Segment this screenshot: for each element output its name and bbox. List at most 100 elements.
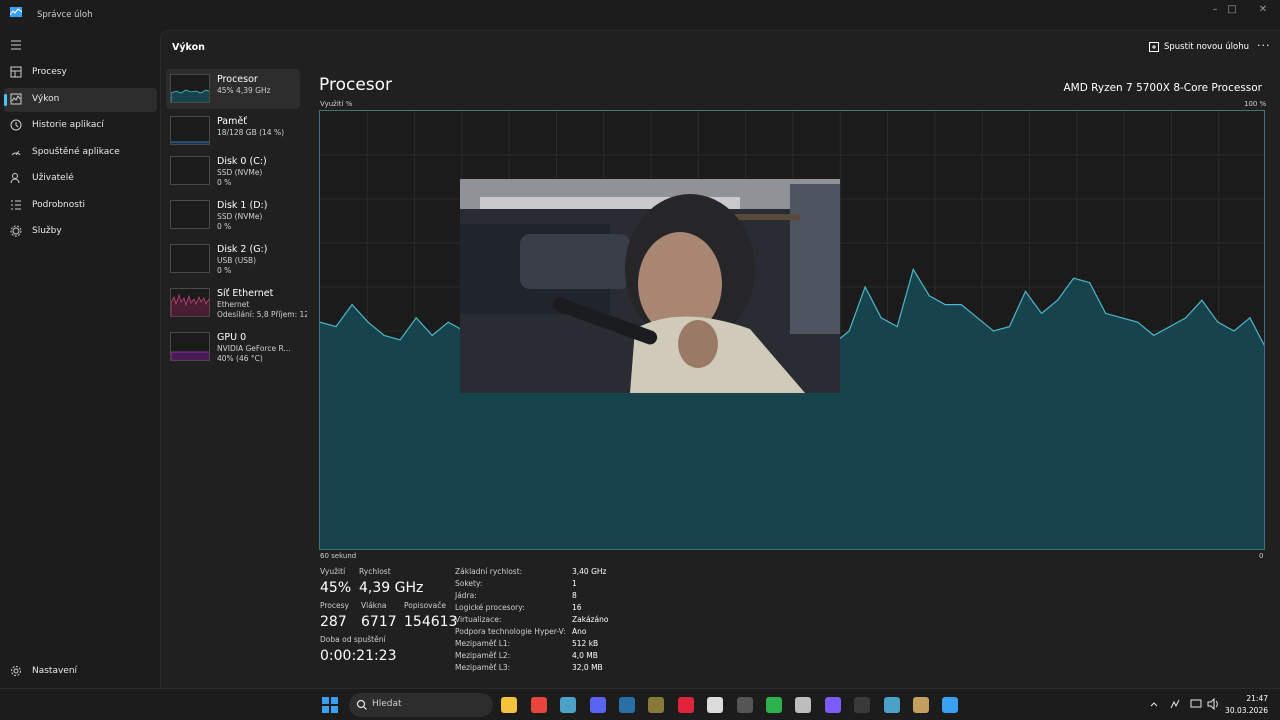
processes-value: 287: [320, 614, 347, 630]
memory-mini-graph: [170, 116, 210, 145]
sidebar-item-details[interactable]: Podrobnosti: [4, 194, 157, 218]
chrome-icon[interactable]: [531, 697, 547, 713]
device-disk-2[interactable]: Disk 2 (G:) USB (USB) 0 %: [166, 239, 300, 279]
disk-1-mini-graph: [170, 200, 210, 229]
run-task-label: Spustit novou úlohu: [1164, 42, 1249, 52]
terminal-icon[interactable]: [854, 697, 870, 713]
more-options-button[interactable]: ···: [1257, 39, 1271, 52]
device-cpu[interactable]: Procesor 45% 4,39 GHz: [166, 69, 300, 109]
cpu-usage-point: [928, 295, 930, 297]
sidebar-item-label: Procesy: [32, 67, 67, 77]
taskbar-search-box[interactable]: Hledat: [349, 693, 493, 717]
photo-app-icon[interactable]: [648, 697, 664, 713]
spec-key: Podpora technologie Hyper-V:: [455, 627, 566, 636]
uptime-value: 0:00:21:23: [320, 648, 397, 664]
cpu-usage-point: [367, 321, 369, 323]
y-axis-label: Využití %: [320, 100, 353, 108]
performance-icon: [10, 93, 22, 105]
cpu-usage-point: [944, 304, 946, 306]
device-disk-0[interactable]: Disk 0 (C:) SSD (NVMe) 0 %: [166, 151, 300, 191]
x-axis-label: 60 sekund: [320, 552, 357, 560]
desktop-icon[interactable]: [560, 697, 576, 713]
cpu-usage-point: [399, 339, 401, 341]
cpu-usage-point: [1137, 321, 1139, 323]
grid-app-icon[interactable]: [825, 697, 841, 713]
sidebar-item-label: Uživatelé: [32, 173, 74, 183]
sidebar-item-settings[interactable]: Nastavení: [4, 660, 157, 684]
sidebar-item-services[interactable]: Služby: [4, 220, 157, 244]
gear-icon: [11, 666, 21, 676]
title-bar: Správce úloh – □ ✕: [0, 0, 1280, 30]
search-icon: [356, 699, 367, 710]
device-memory[interactable]: Paměť 18/128 GB (14 %): [166, 111, 300, 151]
window-title: Správce úloh: [37, 10, 93, 20]
device-name: GPU 0: [217, 332, 247, 343]
device-throughput: Odesílání: 5,8 Příjem: 12: [217, 310, 307, 319]
spec-value: 16: [572, 603, 582, 612]
device-detail: 45% 4,39 GHz: [217, 86, 271, 95]
sidebar-item-label: Historie aplikací: [32, 120, 104, 130]
cpu-usage-point: [864, 286, 866, 288]
opera-icon[interactable]: [678, 697, 694, 713]
device-disk-1[interactable]: Disk 1 (D:) SSD (NVMe) 0 %: [166, 195, 300, 235]
explorer-icon[interactable]: [501, 697, 517, 713]
taskmanager-icon[interactable]: [942, 697, 958, 713]
handles-value: 154613: [404, 614, 458, 630]
usage-value: 45%: [320, 580, 352, 596]
display-tray-icon[interactable]: [1190, 698, 1202, 710]
cpu-usage-point: [976, 317, 978, 319]
start-icon[interactable]: [322, 697, 338, 713]
threads-value: 6717: [361, 614, 397, 630]
maximize-button[interactable]: □: [1217, 3, 1247, 17]
spec-key: Mezipaměť L1:: [455, 639, 511, 648]
cpu-usage-point: [912, 268, 914, 270]
page-title: Výkon: [172, 42, 205, 53]
device-name: Disk 0 (C:): [217, 156, 267, 167]
cpu-usage-point: [1089, 282, 1091, 284]
cpu-usage-point: [447, 321, 449, 323]
system-clock[interactable]: 21:47 30.03.2026: [1225, 693, 1268, 717]
spec-key: Jádra:: [455, 591, 477, 600]
spec-value: 8: [572, 591, 577, 600]
webcam-video-overlay: [460, 179, 840, 393]
cpu-usage-point: [1217, 321, 1219, 323]
cpu-usage-point: [1249, 317, 1251, 319]
obs-icon[interactable]: [795, 697, 811, 713]
device-usage: 0 %: [217, 178, 232, 187]
cpu-usage-point: [351, 304, 353, 306]
spec-value: Zakázáno: [572, 615, 609, 624]
device-gpu[interactable]: GPU 0 NVIDIA GeForce R... 40% (46 °C): [166, 327, 300, 367]
device-ethernet[interactable]: Síť Ethernet Ethernet Odesílání: 5,8 Pří…: [166, 283, 307, 323]
epic-icon[interactable]: [737, 697, 753, 713]
usage-label: Využití: [320, 567, 346, 576]
ethernet-mini-graph: [170, 288, 210, 317]
handles-label: Popisovače: [404, 601, 446, 610]
sidebar-item-users[interactable]: Uživatelé: [4, 167, 157, 191]
sidebar-item-processes[interactable]: Procesy: [4, 61, 157, 85]
sidebar-item-label: Spouštěné aplikace: [32, 147, 120, 157]
spec-value: 32,0 MB: [572, 663, 603, 672]
chatgpt-icon[interactable]: [707, 697, 723, 713]
hamburger-menu-icon[interactable]: [10, 40, 22, 50]
device-detail: Ethernet: [217, 300, 250, 309]
network-tray-icon[interactable]: [1169, 698, 1181, 710]
game-icon[interactable]: [913, 697, 929, 713]
active-indicator: [4, 94, 7, 106]
close-button[interactable]: ✕: [1248, 3, 1278, 17]
anchor-icon[interactable]: [884, 697, 900, 713]
speed-label: Rychlost: [359, 567, 391, 576]
spec-value: Ano: [572, 627, 587, 636]
disk-2-mini-graph: [170, 244, 210, 273]
sidebar-item-app-history[interactable]: Historie aplikací: [4, 114, 157, 138]
xbox-icon[interactable]: [766, 697, 782, 713]
sidebar-item-startup-apps[interactable]: Spouštěné aplikace: [4, 141, 157, 165]
cpu-usage-point: [960, 304, 962, 306]
sidebar-item-performance[interactable]: Výkon: [4, 88, 157, 112]
taskbar: Hledat 21:47 30.03.2026: [0, 688, 1280, 720]
volume-icon[interactable]: [1207, 698, 1219, 710]
discord-icon[interactable]: [590, 697, 606, 713]
device-usage: 0 %: [217, 266, 232, 275]
spec-value: 3,40 GHz: [572, 567, 607, 576]
chevron-up-icon[interactable]: [1148, 698, 1160, 710]
steam-icon[interactable]: [619, 697, 635, 713]
